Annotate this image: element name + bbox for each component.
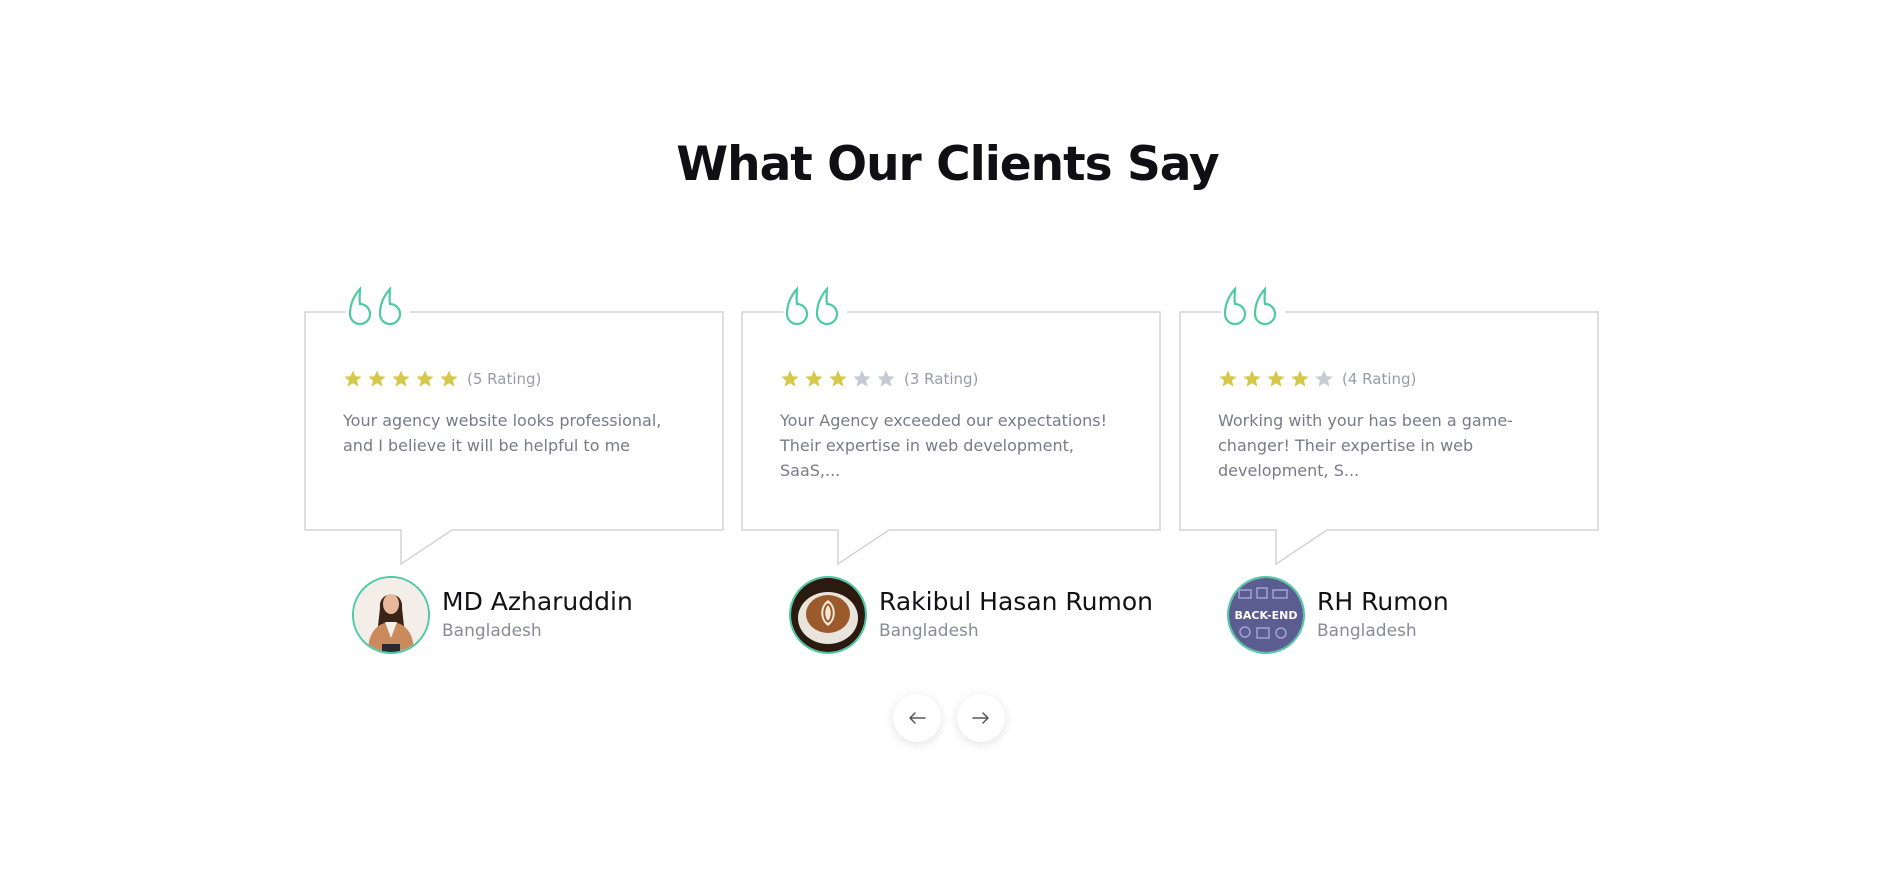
star-icon xyxy=(1291,370,1309,387)
star-empty-icon xyxy=(853,370,871,387)
quote-icon xyxy=(1221,286,1285,332)
arrow-left-icon xyxy=(909,712,926,724)
star-icon xyxy=(368,370,386,387)
arrow-right-icon xyxy=(972,712,989,724)
client-country: Bangladesh xyxy=(442,621,542,641)
review-text: Working with your has been a game-change… xyxy=(1218,411,1513,480)
star-icon xyxy=(1219,370,1237,387)
testimonial-card: (5 Rating) Your agency website looks pro… xyxy=(304,286,724,566)
coffee-latte-avatar xyxy=(789,576,867,654)
testimonial-card: (3 Rating) Your Agency exceeded our expe… xyxy=(741,286,1161,566)
quote-icon xyxy=(783,286,847,332)
client-name: Rakibul Hasan Rumon xyxy=(879,587,1154,616)
star-icon xyxy=(1243,370,1261,387)
star-icon xyxy=(781,370,799,387)
quote-icon xyxy=(346,286,410,332)
star-icon xyxy=(344,370,362,387)
client-country: Bangladesh xyxy=(1317,621,1417,641)
rating-label: (3 Rating) xyxy=(904,370,979,388)
next-button[interactable] xyxy=(957,694,1005,742)
star-icon xyxy=(829,370,847,387)
star-icon xyxy=(805,370,823,387)
client-name: MD Azharuddin xyxy=(442,587,633,616)
star-icon xyxy=(392,370,410,387)
star-icon xyxy=(1267,370,1285,387)
client-country: Bangladesh xyxy=(879,621,979,641)
testimonial-card: (4 Rating) Working with your has been a … xyxy=(1179,286,1599,566)
client-info-block: BACK-END RH Rumon Bangladesh xyxy=(1227,574,1449,656)
star-rating: (4 Rating) xyxy=(1218,369,1416,389)
star-icon xyxy=(416,370,434,387)
woman-portrait-avatar xyxy=(352,576,430,654)
star-rating: (5 Rating) xyxy=(343,369,541,389)
star-empty-icon xyxy=(877,370,895,387)
review-text: Your Agency exceeded our expectations! T… xyxy=(780,411,1108,480)
rating-label: (4 Rating) xyxy=(1342,370,1417,388)
client-info-block: Rakibul Hasan Rumon Bangladesh xyxy=(789,574,1153,656)
star-empty-icon xyxy=(1315,370,1333,387)
backend-badge-avatar: BACK-END xyxy=(1227,576,1305,654)
star-icon xyxy=(440,370,458,387)
section-title: What Our Clients Say xyxy=(676,137,1219,192)
previous-button[interactable] xyxy=(893,694,941,742)
star-rating: (3 Rating) xyxy=(780,369,978,389)
client-name: RH Rumon xyxy=(1317,587,1449,616)
client-info-block: MD Azharuddin Bangladesh xyxy=(352,574,633,656)
avatar-badge-text: BACK-END xyxy=(1235,609,1298,622)
review-text: Your agency website looks professional, … xyxy=(343,411,662,455)
rating-label: (5 Rating) xyxy=(467,370,542,388)
